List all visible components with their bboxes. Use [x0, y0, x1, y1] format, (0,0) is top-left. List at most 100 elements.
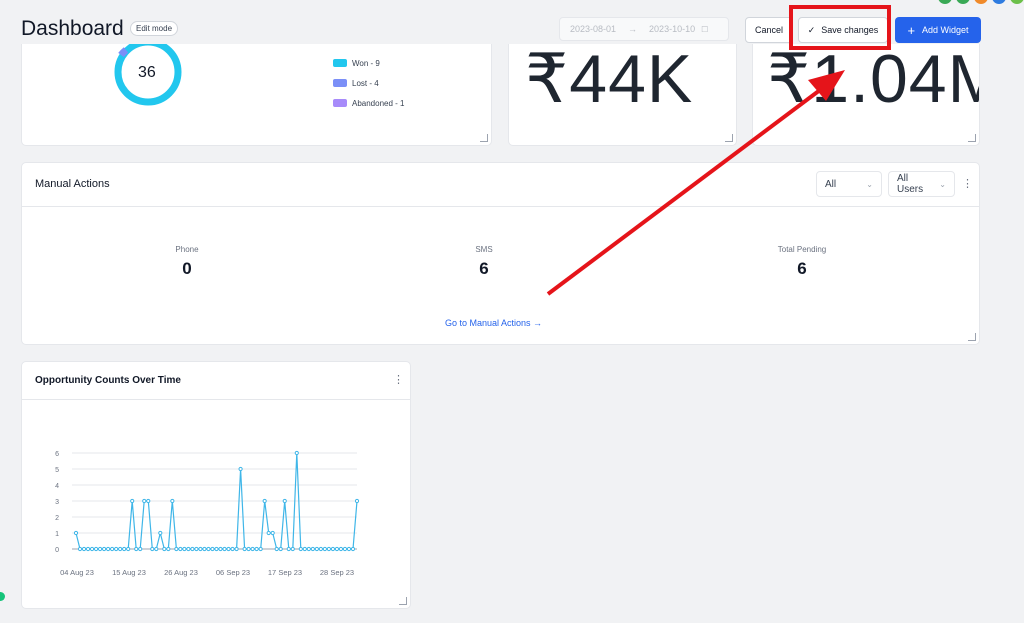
data-point — [146, 498, 151, 504]
resize-handle[interactable] — [725, 134, 733, 142]
data-point — [198, 546, 203, 552]
x-tick-label: 28 Sep 23 — [320, 568, 354, 577]
action-type-value: All — [825, 178, 837, 190]
data-point — [294, 450, 299, 456]
add-widget-label: Add Widget — [922, 25, 969, 35]
y-tick-label: 5 — [55, 467, 59, 474]
users-select[interactable]: All Users ⌄ — [888, 171, 955, 197]
x-tick-label: 06 Sep 23 — [216, 568, 250, 577]
data-point — [162, 546, 167, 552]
opportunity-counts-widget: Opportunity Counts Over Time ⋮ 0 1 2 3 4 5 6 04… — [21, 361, 411, 609]
data-point — [190, 546, 195, 552]
data-point — [266, 530, 271, 536]
donut-segment-lost — [118, 47, 129, 58]
edit-mode-badge: Edit mode — [130, 21, 179, 36]
opportunity-line-chart: 0 1 2 3 4 5 6 04 Aug 23 15 Aug 23 26 Aug 23 06 Sep… — [55, 450, 360, 577]
data-point — [286, 546, 291, 552]
data-point — [118, 546, 123, 552]
x-tick-label: 04 Aug 23 — [60, 568, 94, 577]
stat-label: Phone — [175, 245, 199, 254]
resize-handle[interactable] — [968, 134, 976, 142]
data-point — [270, 530, 275, 536]
donut-total: 36 — [138, 64, 156, 81]
data-point — [326, 546, 331, 552]
donut-legend: Won - 9 Lost - 4 Abandoned - 1 — [333, 53, 405, 113]
stat-value: 0 — [182, 259, 192, 278]
resize-handle[interactable] — [480, 134, 488, 142]
arrow-right-icon: → — [628, 24, 638, 34]
x-tick-label: 17 Sep 23 — [268, 568, 302, 577]
data-point — [134, 546, 139, 552]
users-value: All Users — [897, 173, 924, 195]
data-point — [194, 546, 199, 552]
go-to-manual-actions-link[interactable]: Go to Manual Actions → — [445, 318, 542, 328]
data-point — [246, 546, 251, 552]
resize-handle[interactable] — [968, 333, 976, 341]
data-point — [214, 546, 219, 552]
data-point — [126, 546, 131, 552]
data-point — [322, 546, 327, 552]
data-point — [274, 546, 279, 552]
plus-icon: + — [907, 22, 916, 38]
data-point — [158, 530, 163, 536]
data-point — [218, 546, 223, 552]
data-point — [354, 498, 360, 504]
resize-handle[interactable] — [399, 597, 407, 605]
data-point — [166, 546, 171, 552]
data-point — [298, 546, 303, 552]
data-point — [338, 546, 344, 552]
data-point — [350, 546, 356, 552]
data-point — [318, 546, 323, 552]
data-point — [314, 546, 319, 552]
data-point — [77, 546, 83, 552]
data-point — [254, 546, 259, 552]
more-options-icon[interactable]: ⋮ — [962, 177, 973, 190]
divider — [22, 206, 979, 207]
date-range-picker[interactable]: 2023-08-01 → 2023-10-10 ☐ — [559, 17, 729, 41]
add-widget-button[interactable]: + Add Widget — [895, 17, 981, 43]
data-point — [110, 546, 115, 552]
data-point — [142, 498, 147, 504]
legend-swatch — [333, 99, 347, 107]
dashboard-header: Dashboard Edit mode 2023-08-01 → 2023-10… — [0, 0, 1024, 48]
data-point — [250, 546, 255, 552]
data-point — [278, 546, 283, 552]
data-point — [178, 546, 183, 552]
data-point — [210, 546, 215, 552]
value-widget-2-amount: ₹1.04M — [767, 44, 979, 117]
data-point — [242, 546, 247, 552]
data-point — [262, 498, 267, 504]
cancel-button-label: Cancel — [754, 25, 783, 35]
legend-label: Lost - 4 — [352, 78, 379, 88]
stat-label: Total Pending — [777, 245, 827, 254]
stat-value: 6 — [479, 259, 489, 278]
date-end: 2023-10-10 — [649, 24, 696, 34]
data-point — [97, 546, 103, 552]
x-tick-label: 15 Aug 23 — [112, 568, 146, 577]
manual-actions-widget: Manual Actions All ⌄ All Users ⌄ ⋮ Phone… — [21, 162, 980, 345]
y-tick-label: 1 — [55, 531, 59, 538]
stat-label: SMS — [475, 245, 493, 254]
data-point — [138, 546, 143, 552]
legend-swatch — [333, 79, 347, 87]
chevron-down-icon: ⌄ — [866, 179, 873, 189]
data-point — [81, 546, 87, 552]
stat-value: 6 — [797, 259, 807, 278]
legend-swatch — [333, 59, 347, 67]
action-type-select[interactable]: All ⌄ — [816, 171, 882, 197]
legend-item-won: Won - 9 — [333, 53, 405, 73]
data-point — [114, 546, 119, 552]
data-point — [302, 546, 307, 552]
legend-item-lost: Lost - 4 — [333, 73, 405, 93]
data-point — [226, 546, 231, 552]
data-point — [346, 546, 352, 552]
y-tick-label: 6 — [55, 451, 59, 458]
data-point — [206, 546, 211, 552]
value-widget-2: ₹1.04M — [752, 44, 980, 146]
data-point — [150, 546, 155, 552]
save-changes-button[interactable]: ✓ Save changes — [798, 17, 888, 43]
cancel-button[interactable]: Cancel — [745, 17, 793, 43]
status-dot — [0, 592, 5, 601]
data-point — [230, 546, 235, 552]
page-title: Dashboard — [21, 17, 124, 40]
